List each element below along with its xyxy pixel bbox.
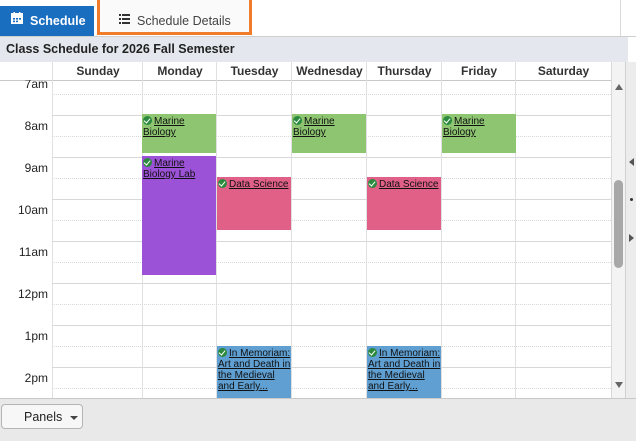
side-panel-toggle[interactable] xyxy=(625,62,636,398)
schedule-title-bar: Class Schedule for 2026 Fall Semester xyxy=(0,37,628,63)
time-label: 11am xyxy=(18,245,48,259)
schedule-grid: 7am 8am 9am 10am 11am 12pm 1pm 2pm Marin… xyxy=(0,80,611,398)
half-hour-line xyxy=(52,178,611,179)
tab-schedule-label: Schedule xyxy=(30,14,86,28)
check-circle-icon xyxy=(368,179,377,188)
event-data-science-tuesday[interactable]: Data Science xyxy=(217,177,291,230)
check-circle-icon xyxy=(293,116,302,125)
event-in-memoriam-thursday[interactable]: In Memoriam: Art and Death in the Mediev… xyxy=(367,346,441,398)
hour-line xyxy=(52,241,611,242)
hour-line xyxy=(52,283,611,284)
half-hour-line xyxy=(52,304,611,305)
day-header-sunday: Sunday xyxy=(76,64,120,78)
tabbar-edge xyxy=(620,0,636,36)
panels-dropdown-button[interactable]: Panels xyxy=(1,404,83,429)
event-marine-biology-friday[interactable]: Marine Biology xyxy=(442,114,516,153)
check-circle-icon xyxy=(443,116,452,125)
time-label: 2pm xyxy=(24,371,48,385)
event-in-memoriam-tuesday[interactable]: In Memoriam: Art and Death in the Mediev… xyxy=(217,346,291,398)
check-circle-icon xyxy=(368,348,377,357)
tab-schedule-details-label: Schedule Details xyxy=(137,14,231,28)
hour-line xyxy=(52,199,611,200)
event-title[interactable]: Data Science xyxy=(379,179,438,190)
list-icon xyxy=(119,13,130,24)
time-label: 7am xyxy=(24,80,48,91)
scroll-up-arrow-icon[interactable] xyxy=(615,84,623,90)
half-hour-line xyxy=(52,94,611,95)
tab-schedule-details[interactable]: Schedule Details xyxy=(97,0,252,35)
hour-line xyxy=(52,367,611,368)
caret-down-icon xyxy=(70,416,78,420)
bottom-toolbar: Panels xyxy=(0,398,636,441)
event-marine-biology-monday[interactable]: Marine Biology xyxy=(142,114,216,153)
day-header-thursday: Thursday xyxy=(377,64,432,78)
schedule-scrollbar[interactable] xyxy=(611,62,626,398)
tab-schedule[interactable]: Schedule xyxy=(0,6,94,36)
scroll-down-arrow-icon[interactable] xyxy=(615,382,623,388)
scrollbar-thumb[interactable] xyxy=(614,180,623,268)
time-label: 12pm xyxy=(17,287,48,301)
day-header-wednesday: Wednesday xyxy=(296,64,363,78)
chevron-left-icon[interactable] xyxy=(629,158,634,166)
chevron-right-icon[interactable] xyxy=(629,234,634,242)
hour-line xyxy=(52,157,611,158)
dot-icon xyxy=(630,198,633,201)
half-hour-line xyxy=(52,262,611,263)
time-label: 10am xyxy=(17,203,48,217)
hour-line xyxy=(52,325,611,326)
day-header-tuesday: Tuesday xyxy=(230,64,279,78)
calendar-icon xyxy=(11,12,23,24)
tab-bar: Schedule Schedule Details xyxy=(0,0,636,37)
time-label: 8am xyxy=(24,119,48,133)
time-label: 9am xyxy=(24,161,48,175)
half-hour-line xyxy=(52,346,611,347)
page-title: Class Schedule for 2026 Fall Semester xyxy=(6,42,235,56)
panels-label: Panels xyxy=(24,410,63,424)
day-header-friday: Friday xyxy=(460,64,497,78)
time-label: 1pm xyxy=(24,329,48,343)
check-circle-icon xyxy=(143,116,152,125)
half-hour-line xyxy=(52,220,611,221)
event-title[interactable]: Data Science xyxy=(229,179,288,190)
event-title[interactable]: In Memoriam: Art and Death in the Mediev… xyxy=(218,348,290,392)
day-header-row: Sunday Monday Tuesday Wednesday Thursday… xyxy=(0,62,611,81)
check-circle-icon xyxy=(143,158,152,167)
event-title[interactable]: In Memoriam: Art and Death in the Mediev… xyxy=(368,348,440,392)
check-circle-icon xyxy=(218,348,227,357)
day-header-monday: Monday xyxy=(157,64,203,78)
half-hour-line xyxy=(52,388,611,389)
event-marine-biology-wednesday[interactable]: Marine Biology xyxy=(292,114,366,153)
day-header-saturday: Saturday xyxy=(537,64,590,78)
check-circle-icon xyxy=(218,179,227,188)
event-marine-biology-lab-monday[interactable]: Marine Biology Lab xyxy=(142,156,216,275)
event-data-science-thursday[interactable]: Data Science xyxy=(367,177,441,230)
